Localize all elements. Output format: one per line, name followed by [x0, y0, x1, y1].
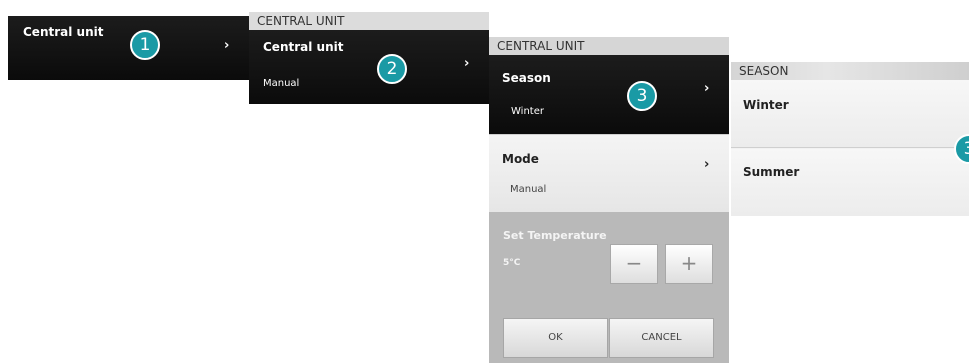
chevron-right-icon: › [704, 81, 710, 96]
central-unit-item-1[interactable]: Central unit › [8, 16, 249, 80]
ok-button[interactable]: OK [503, 318, 608, 358]
cancel-button[interactable]: CANCEL [609, 318, 714, 358]
central-unit-header-3: CENTRAL UNIT [489, 37, 729, 55]
season-item[interactable]: Season Winter › [489, 55, 729, 134]
season-header: SEASON [731, 62, 969, 80]
season-option-winter[interactable]: Winter [731, 80, 969, 148]
season-options-list: Winter Summer [731, 80, 969, 216]
temperature-value: 5°C [503, 258, 521, 268]
central-unit-mode-value: Manual [263, 78, 300, 89]
increase-temperature-button[interactable]: + [665, 244, 713, 284]
central-unit-label: Central unit [23, 25, 104, 39]
central-unit-header-2: CENTRAL UNIT [249, 12, 489, 30]
decrease-temperature-button[interactable]: − [610, 244, 658, 284]
mode-value: Manual [510, 184, 547, 195]
season-label: Season [502, 71, 551, 85]
set-temperature-label: Set Temperature [503, 229, 607, 242]
chevron-right-icon: › [464, 56, 470, 71]
chevron-right-icon: › [224, 38, 230, 53]
season-option-summer[interactable]: Summer [731, 149, 969, 216]
central-unit-item-2[interactable]: Central unit Manual › [249, 30, 489, 104]
step-badge-1: 1 [130, 30, 160, 60]
set-temperature-section: Set Temperature 5°C − + OK CANCEL [489, 212, 729, 363]
season-option-label: Summer [743, 165, 800, 179]
mode-label: Mode [502, 152, 539, 166]
mode-item[interactable]: Mode Manual › [489, 134, 729, 212]
step-badge-2: 2 [377, 54, 407, 84]
season-value: Winter [511, 106, 544, 117]
season-option-label: Winter [743, 98, 789, 112]
central-unit-label: Central unit [263, 40, 344, 54]
step-badge-3: 3 [627, 81, 657, 111]
chevron-right-icon: › [704, 157, 710, 172]
